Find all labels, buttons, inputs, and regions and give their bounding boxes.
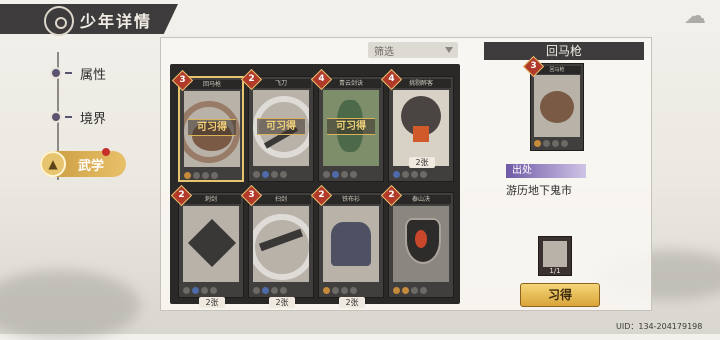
source-label: 出处 [506,164,586,178]
nav-dot-icon [50,111,62,123]
learnable-label: 可习得 [188,119,236,136]
back-button[interactable] [44,6,74,36]
nav-label: 武学 [78,158,105,174]
skill-book-icon: 1/1 [538,236,572,276]
source-value: 游历地下鬼市 [506,184,572,197]
card-art [393,90,449,166]
card-count: 2张 [199,297,225,308]
learnable-label: 可习得 [327,118,375,135]
card-cost [253,168,309,180]
filter-dropdown[interactable]: 筛选 [368,42,458,58]
skill-card[interactable]: 回马枪 可习得 3 [171,69,244,182]
skill-card[interactable]: 青云剑诀 可习得 4 [310,68,384,182]
card-cost [184,169,240,181]
notification-badge [102,148,110,156]
nav-arrow-icon [65,72,72,74]
card-art [534,75,580,137]
detail-card: 回马枪 3 [522,55,584,151]
card-count: 2张 [269,297,295,308]
chevron-down-icon [445,47,453,53]
cloud-icon: ☁ [684,4,706,29]
book-cover [543,241,567,267]
skill-card[interactable]: 刺剑 2张 2 [170,184,244,308]
skill-card[interactable]: 飞刀 可习得 2 [240,68,314,182]
ink-decoration [0,270,140,340]
uid-label: UID：134-204179198 [616,322,703,331]
card-count: 2张 [409,157,435,168]
nav-dot-icon [50,67,62,79]
card-art [183,206,239,282]
filter-label: 筛选 [374,47,394,58]
card-count: 2张 [339,297,365,308]
card-cost [393,168,449,180]
nav-item-martial-arts[interactable]: ▲ 武学 [40,148,126,177]
straw-hat-icon: ▲ [40,151,66,177]
skill-card[interactable]: 铁布衫 2张 2 [310,184,384,308]
skill-card[interactable]: 扫剑 2张 3 [240,184,314,308]
card-art [393,206,449,282]
header: 少年详情 ☁ [0,0,720,38]
card-cost [183,284,239,296]
card-cost [253,284,309,296]
book-progress: 1/1 [549,267,561,275]
page-title: 少年详情 [80,12,153,31]
skill-card[interactable]: 挑剔醉客 2张 4 [380,68,454,182]
learnable-label: 可习得 [257,118,305,135]
card-cost [323,168,379,180]
card-cost [323,284,379,296]
detail-title: 回马枪 [484,42,644,60]
card-art [323,206,379,282]
nav-item-attributes[interactable]: 属性 [50,62,106,84]
skill-card[interactable]: 泰山决 2 [380,184,454,298]
card-art [253,206,309,282]
learn-button[interactable]: 习得 [520,283,600,307]
nav-arrow-icon [65,116,72,118]
card-cost [534,140,568,147]
nav-item-realm[interactable]: 境界 [50,106,106,128]
card-cost [393,284,449,296]
nav-label: 境界 [80,111,107,127]
nav-label: 属性 [80,67,107,83]
